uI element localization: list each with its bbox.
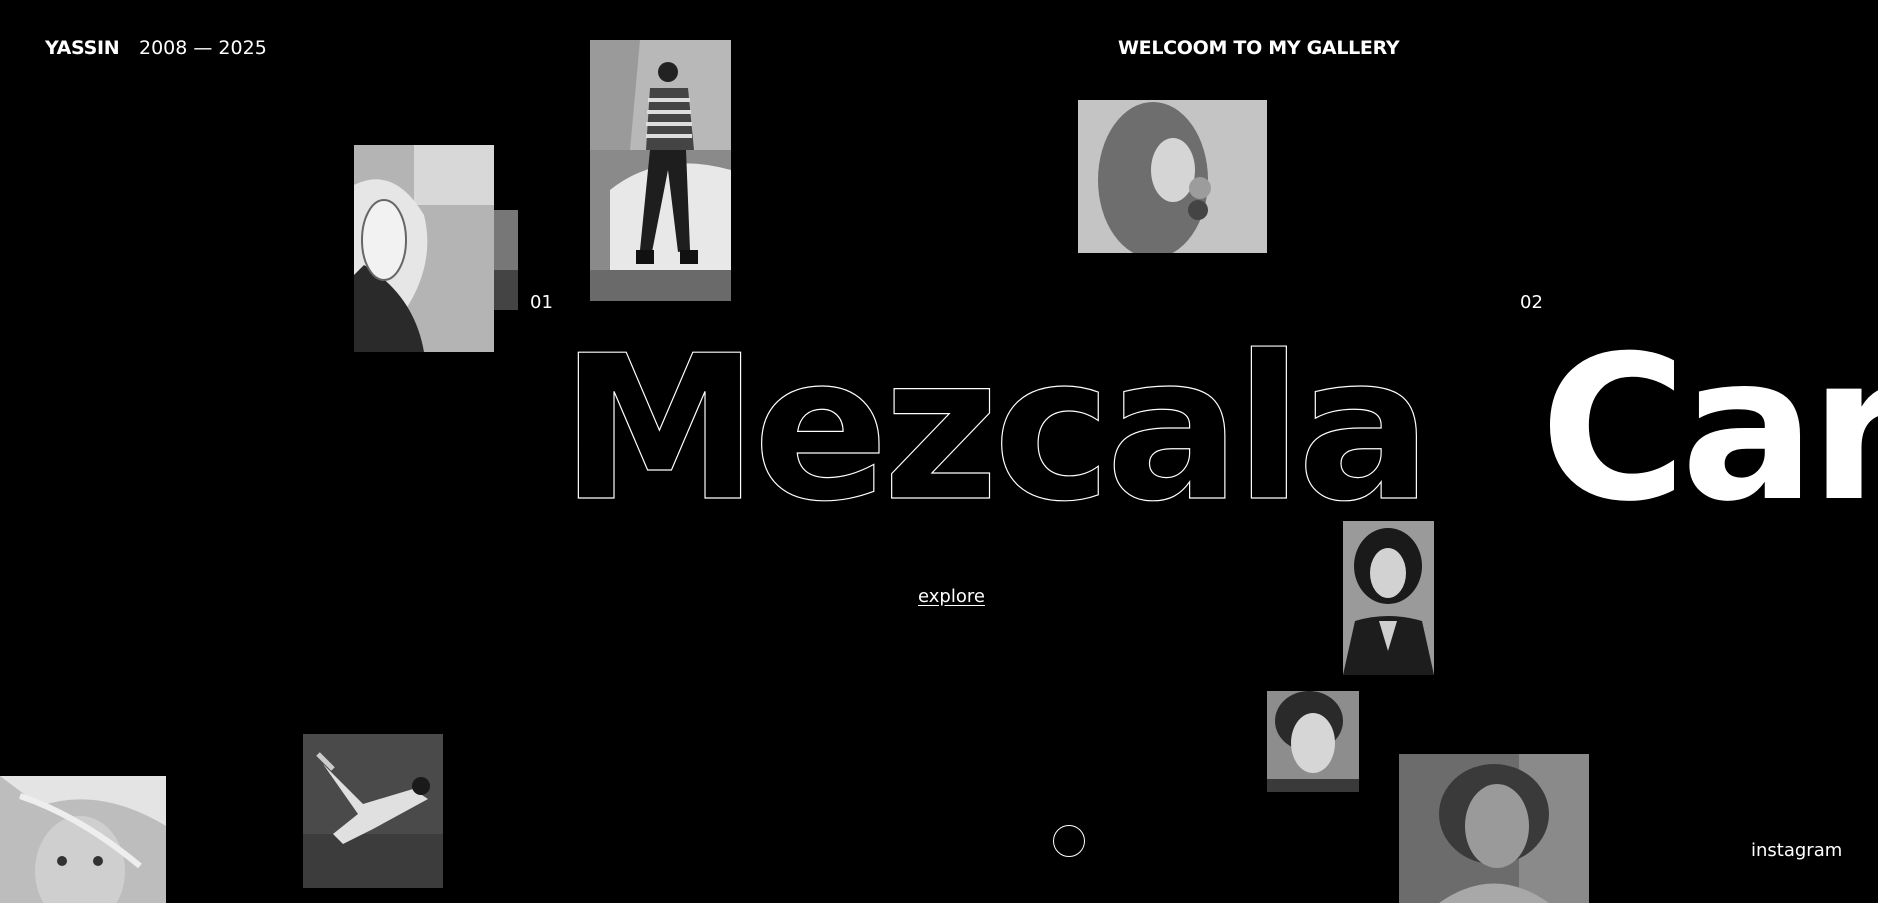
welcome-heading: WELCOOM TO MY GALLERY — [1118, 37, 1400, 59]
slide-title-solid: Car — [1540, 313, 1878, 546]
slide-index-2: 02 — [1520, 292, 1543, 313]
cursor-circle-icon — [1053, 825, 1085, 857]
woman-soft-portrait[interactable] — [1399, 754, 1589, 903]
instagram-link[interactable]: instagram — [1751, 840, 1842, 861]
explore-link[interactable]: explore — [918, 586, 985, 607]
slide-index-1: 01 — [530, 292, 553, 313]
freckled-girl-portrait[interactable] — [0, 776, 166, 903]
woman-closeup-portrait[interactable] — [1267, 691, 1359, 792]
curly-hair-bubblegum-portrait[interactable] — [1078, 100, 1267, 253]
lying-woman-photo[interactable] — [303, 734, 443, 888]
street-fashion-portrait[interactable] — [590, 40, 731, 301]
brand-name[interactable]: YASSIN — [45, 37, 120, 59]
headphones-portrait[interactable] — [354, 145, 494, 352]
slide-title-outline: Mezcala — [559, 313, 1432, 546]
year-range: 2008 — 2025 — [139, 37, 267, 59]
small-strip-photo[interactable] — [494, 210, 518, 310]
